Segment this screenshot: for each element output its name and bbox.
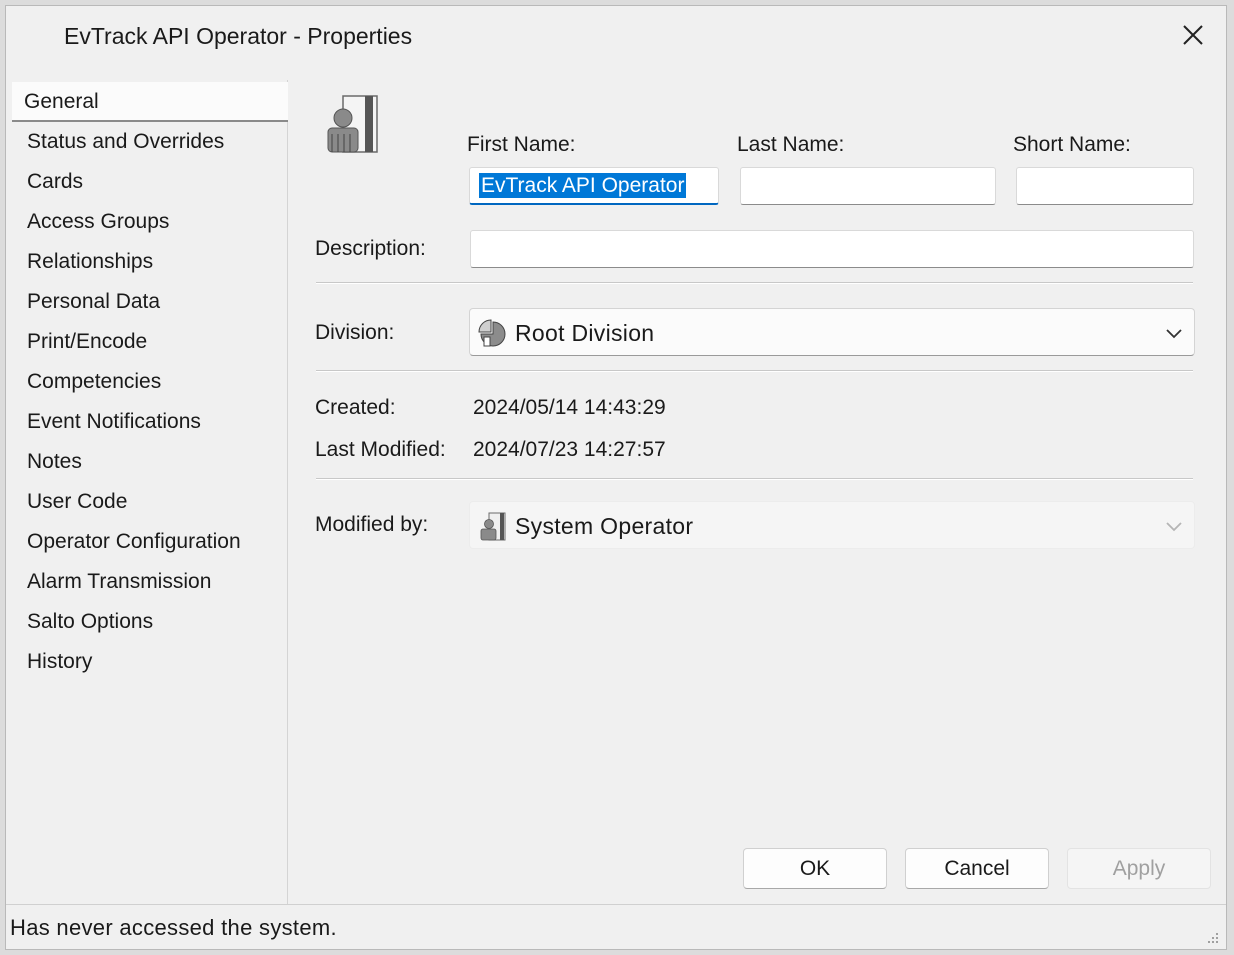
window-title: EvTrack API Operator - Properties [64,23,413,49]
short-name-label: Short Name: [1013,133,1131,156]
first-name-value: EvTrack API Operator [479,173,687,198]
modified-by-label: Modified by: [315,513,429,536]
properties-dialog: EvTrack API Operator - Properties Genera… [5,5,1227,950]
last-name-field[interactable] [740,167,996,205]
sidebar-item-relationships[interactable]: Relationships [12,242,288,282]
sidebar-item-cards[interactable]: Cards [12,162,288,202]
sidebar-item-history[interactable]: History [12,642,288,682]
operator-icon [480,512,506,541]
sidebar-item-user-code[interactable]: User Code [12,482,288,522]
division-icon [478,319,506,347]
sidebar-item-operator-configuration[interactable]: Operator Configuration [12,522,288,562]
sidebar-item-status-and-overrides[interactable]: Status and Overrides [12,122,288,162]
sidebar-nav: General Status and Overrides Cards Acces… [12,80,288,904]
close-button[interactable] [1178,20,1208,50]
chevron-down-icon [1166,522,1182,532]
cancel-button[interactable]: Cancel [905,848,1049,889]
divider [316,282,1193,284]
sidebar-item-access-groups[interactable]: Access Groups [12,202,288,242]
operator-icon [319,92,381,160]
chevron-down-icon [1166,329,1182,339]
division-value: Root Division [515,320,655,346]
sidebar-item-general[interactable]: General [12,82,288,122]
divider [316,370,1193,372]
division-label: Division: [315,321,395,344]
ok-button[interactable]: OK [743,848,887,889]
last-name-label: Last Name: [737,133,845,156]
first-name-label: First Name: [467,133,576,156]
description-label: Description: [315,237,426,260]
sidebar-item-salto-options[interactable]: Salto Options [12,602,288,642]
divider [316,478,1193,480]
division-dropdown[interactable]: Root Division [469,308,1195,356]
status-text: Has never accessed the system. [10,915,337,940]
close-icon [1183,25,1203,45]
apply-button[interactable]: Apply [1067,848,1211,889]
sidebar-item-competencies[interactable]: Competencies [12,362,288,402]
sidebar-item-print-encode[interactable]: Print/Encode [12,322,288,362]
last-modified-value: 2024/07/23 14:27:57 [473,438,666,461]
sidebar-item-personal-data[interactable]: Personal Data [12,282,288,322]
first-name-field[interactable]: EvTrack API Operator [469,167,719,205]
sidebar-item-notes[interactable]: Notes [12,442,288,482]
resize-grip-icon[interactable] [1204,929,1220,945]
sidebar-item-alarm-transmission[interactable]: Alarm Transmission [12,562,288,602]
modified-by-value: System Operator [515,513,694,539]
title-bar: EvTrack API Operator - Properties [6,6,1226,68]
last-modified-label: Last Modified: [315,438,446,461]
modified-by-dropdown: System Operator [469,501,1195,549]
created-label: Created: [315,396,396,419]
status-bar: Has never accessed the system. [6,904,1226,949]
sidebar-item-event-notifications[interactable]: Event Notifications [12,402,288,442]
created-value: 2024/05/14 14:43:29 [473,396,666,419]
short-name-field[interactable] [1016,167,1194,205]
description-field[interactable] [470,230,1194,268]
